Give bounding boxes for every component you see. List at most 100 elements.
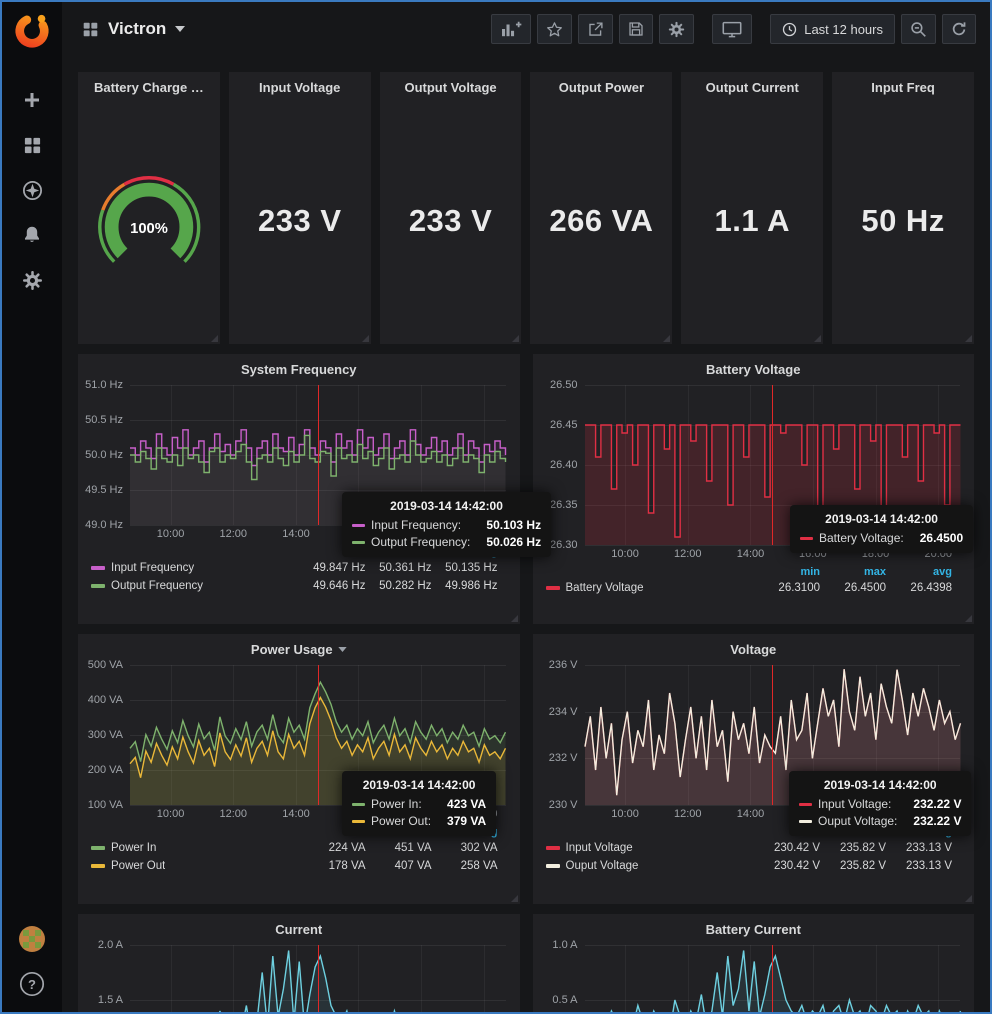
legend-series-toggle[interactable]: Output Frequency [91, 580, 300, 592]
panel-title-current[interactable]: Current [78, 914, 520, 939]
y-axis-label: 26.35 [550, 499, 578, 511]
legend-series-toggle[interactable]: Ouput Voltage [546, 860, 755, 872]
cycle-view-button[interactable] [712, 14, 752, 44]
dashboard-row-2: System Frequency 51.0 Hz50.5 Hz50.0 Hz49… [78, 354, 974, 624]
legend-series-row: Output Frequency49.646 Hz50.282 Hz49.986… [91, 577, 498, 595]
crosshair-line [318, 665, 319, 805]
add-panel-button[interactable] [491, 14, 531, 44]
sidebar-item-help[interactable]: ? [10, 968, 54, 1000]
panel-title-text: Output Power [559, 80, 644, 95]
panel-title-text: Battery Voltage [706, 362, 800, 377]
panel-voltage: Voltage 236 V234 V232 V230 V10:0012:0014… [533, 634, 975, 904]
save-button[interactable] [619, 14, 653, 44]
legend-value: 49.646 Hz [300, 580, 366, 592]
main-area: Victron [62, 2, 990, 1012]
sidebar-item-configuration[interactable] [10, 264, 54, 296]
gauge-graphic: 100% [90, 171, 208, 271]
sidebar-item-alerting[interactable] [10, 219, 54, 251]
dashboard-settings-button[interactable] [659, 14, 694, 44]
panel-title-battery-charge[interactable]: Battery Charge … [78, 72, 220, 97]
stat-value: 1.1 A [715, 203, 790, 239]
tooltip-series-value: 26.4500 [920, 531, 963, 545]
legend-series-toggle[interactable]: Input Frequency [91, 562, 300, 574]
dashboard-title-button[interactable]: Victron [82, 19, 185, 39]
share-button[interactable] [578, 14, 613, 44]
panel-title-input-voltage[interactable]: Input Voltage [229, 72, 371, 97]
tooltip-series-label: Power In: [371, 797, 422, 811]
share-icon [587, 21, 604, 38]
battery-charge-gauge: 100% [78, 97, 220, 344]
tooltip-series-row: Power In:423 VA [352, 797, 486, 811]
time-range-button[interactable]: Last 12 hours [770, 14, 895, 44]
panel-title-voltage[interactable]: Voltage [533, 634, 975, 659]
legend-series-label: Input Voltage [566, 842, 633, 854]
panel-title-output-power[interactable]: Output Power [530, 72, 672, 97]
user-avatar[interactable] [18, 925, 46, 953]
panel-title-input-freq[interactable]: Input Freq [832, 72, 974, 97]
crosshair-line [772, 385, 773, 545]
refresh-button[interactable] [942, 14, 976, 44]
series-color-swatch [800, 537, 813, 540]
graph-tooltip: 2019-03-14 14:42:00Input Frequency:50.10… [342, 492, 551, 557]
legend-value: 26.3100 [754, 582, 820, 594]
y-axis-label: 26.40 [550, 459, 578, 471]
tooltip-timestamp: 2019-03-14 14:42:00 [800, 512, 963, 526]
dashboard-row-3: Power Usage 500 VA400 VA300 VA200 VA100 … [78, 634, 974, 904]
legend-column-header: min [754, 566, 820, 578]
legend-value: 258 VA [432, 860, 498, 872]
legend-series-toggle[interactable]: Power Out [91, 860, 300, 872]
navbar-actions: Last 12 hours [485, 14, 976, 44]
legend-series-row: Input Voltage230.42 V235.82 V233.13 V [546, 839, 953, 857]
dashboard-title: Victron [108, 19, 166, 39]
series-color-swatch [91, 864, 105, 868]
current-chart[interactable]: 2.0 A1.5 A1.0 A0.5 A0 A10:0012:0014:0016… [78, 939, 520, 1012]
y-axis-label: 234 V [549, 706, 578, 718]
star-button[interactable] [537, 14, 572, 44]
panel-title-system-frequency[interactable]: System Frequency [78, 354, 520, 379]
y-axis-label: 300 VA [88, 729, 123, 741]
tooltip-series-value: 232.22 V [913, 814, 961, 828]
panel-battery-charge: Battery Charge … 100% [78, 72, 220, 344]
panel-title-output-current[interactable]: Output Current [681, 72, 823, 97]
gear-icon [668, 21, 685, 38]
legend-value: 178 VA [300, 860, 366, 872]
y-axis-label: 49.0 Hz [85, 519, 123, 531]
sidebar-item-dashboards[interactable] [10, 129, 54, 161]
legend-value: 233.13 V [886, 860, 952, 872]
series-color-swatch [352, 820, 365, 823]
panel-menu-caret-icon [338, 647, 347, 652]
sidebar-item-explore[interactable] [10, 174, 54, 206]
x-axis-label: 10:00 [157, 528, 185, 540]
y-axis-label: 26.50 [550, 379, 578, 391]
dashboard: Battery Charge … 100% Input Voltage [62, 56, 990, 1012]
explore-compass-icon [22, 180, 43, 201]
panel-title-battery-voltage[interactable]: Battery Voltage [533, 354, 975, 379]
legend-series-row: Power Out178 VA407 VA258 VA [91, 857, 498, 875]
panel-power-usage: Power Usage 500 VA400 VA300 VA200 VA100 … [78, 634, 520, 904]
legend-series-toggle[interactable]: Battery Voltage [546, 582, 755, 594]
gauge-value: 100% [130, 220, 168, 236]
monitor-icon [721, 20, 743, 39]
legend-series-row: Power In224 VA451 VA302 VA [91, 839, 498, 857]
series-color-swatch [352, 541, 365, 544]
zoom-out-button[interactable] [901, 14, 936, 44]
tooltip-series-row: Input Frequency:50.103 Hz [352, 518, 541, 532]
tooltip-series-label: Output Frequency: [371, 535, 470, 549]
tooltip-series-value: 379 VA [447, 814, 486, 828]
y-axis-label: 26.30 [550, 539, 578, 551]
plot-area[interactable] [130, 945, 506, 1012]
legend-series-toggle[interactable]: Power In [91, 842, 300, 854]
legend-series-toggle[interactable]: Input Voltage [546, 842, 755, 854]
y-axis-label: 49.5 Hz [85, 484, 123, 496]
battery-current-chart[interactable]: 1.0 A0.5 A0 A-0.5 A-1.0 A10:0012:0014:00… [533, 939, 975, 1012]
plot-area[interactable] [585, 945, 961, 1012]
sidebar-item-create[interactable] [10, 84, 54, 116]
panel-title-battery-current[interactable]: Battery Current [533, 914, 975, 939]
panel-title-power-usage[interactable]: Power Usage [78, 634, 520, 659]
y-axis-label: 50.0 Hz [85, 449, 123, 461]
y-axis-label: 230 V [549, 799, 578, 811]
panel-title-output-voltage[interactable]: Output Voltage [380, 72, 522, 97]
battery-voltage-chart[interactable]: 26.5026.4526.4026.3526.3010:0012:0014:00… [533, 379, 975, 624]
grafana-logo[interactable] [2, 2, 62, 60]
tooltip-series-label: Input Voltage: [818, 797, 891, 811]
